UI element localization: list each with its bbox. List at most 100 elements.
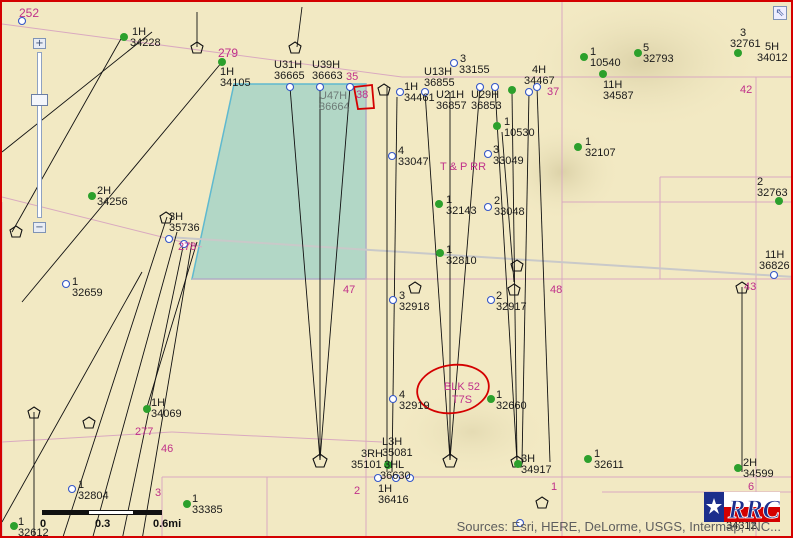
scale-bar-segment	[42, 510, 88, 515]
well-label[interactable]: U31H 36665	[274, 60, 305, 82]
well-label[interactable]: 3 33049	[493, 145, 524, 167]
well-label[interactable]: 4 32919	[399, 390, 430, 412]
well-label[interactable]: 1H 34069	[151, 398, 182, 420]
well-label[interactable]: 2 33048	[494, 196, 525, 218]
well-label[interactable]: 11H 36826	[759, 250, 790, 272]
well-api: 35101	[351, 459, 382, 471]
well-api: 33048	[494, 206, 525, 218]
well-label[interactable]: 1 32659	[72, 277, 103, 299]
well-label[interactable]: 2H 34256	[97, 186, 128, 208]
section-number: 278	[178, 241, 197, 253]
well-api: 36664	[319, 101, 350, 113]
pentagon-icon	[377, 83, 391, 96]
block-annotation-line1: BLK 52	[443, 381, 481, 393]
well-label[interactable]: 1H 34228	[130, 27, 161, 49]
zoom-in-button[interactable]: +	[33, 38, 46, 49]
well-api: 32143	[446, 205, 477, 217]
zoom-out-button[interactable]: −	[33, 222, 46, 233]
zoom-thumb[interactable]	[31, 94, 48, 106]
well-label[interactable]: 3 33155	[459, 54, 490, 76]
well-api: 32804	[78, 490, 109, 502]
well-label[interactable]: U39H 36663	[312, 60, 343, 82]
well-api: 32611	[594, 459, 624, 471]
well-api: 34228	[130, 37, 161, 49]
section-number: 1	[551, 481, 558, 493]
map-view[interactable]: 252 279 35 38 37 42 278 47 48 43 277 46 …	[0, 0, 793, 538]
well-label[interactable]: 2H 34599	[743, 458, 774, 480]
well-api: 33155	[459, 64, 490, 76]
zoom-track[interactable]	[37, 52, 42, 218]
well-label[interactable]: 5 32793	[643, 43, 674, 65]
scale-tick: 0	[40, 518, 47, 530]
well-label[interactable]: U21H 36857	[436, 90, 467, 112]
well-api: 36857	[436, 100, 467, 112]
survey-label: T & P RR	[440, 161, 487, 173]
well-label[interactable]: 1 10540	[590, 47, 621, 69]
well-label[interactable]: 2 32917	[496, 291, 527, 313]
well-label[interactable]: 3 32761	[730, 28, 761, 50]
section-number: 277	[135, 426, 154, 438]
well-api: 36630	[380, 470, 411, 482]
section-number: 42	[740, 84, 753, 96]
expand-icon[interactable]: ⇖	[773, 6, 787, 20]
section-number: 35	[346, 71, 359, 83]
well-label[interactable]: 3HL 36630	[380, 460, 411, 482]
well-label[interactable]: 2 32763	[757, 177, 788, 199]
well-label[interactable]: U13H 36855	[424, 67, 455, 89]
well-label[interactable]: 1 32660	[496, 390, 527, 412]
section-number: 279	[218, 46, 239, 60]
well-api: 35081	[382, 447, 413, 459]
well-api: 32660	[496, 400, 527, 412]
well-label[interactable]: U29H 36853	[471, 90, 502, 112]
well-label[interactable]: 1 32804	[78, 480, 109, 502]
scale-bar-segment	[88, 510, 134, 515]
well-label[interactable]: 1H 36416	[378, 484, 409, 506]
well-api: 10540	[590, 57, 621, 69]
zoom-slider[interactable]: + −	[30, 38, 50, 234]
section-number: 37	[547, 86, 560, 98]
section-number: 48	[550, 284, 563, 296]
well-api: 32917	[496, 301, 527, 313]
well-api: 32918	[399, 301, 430, 313]
well-api: 32763	[757, 187, 788, 199]
well-label[interactable]: 1 10530	[504, 117, 535, 139]
well-api: 36663	[312, 70, 343, 82]
well-label[interactable]: 11H 34587	[603, 80, 634, 102]
scale-tick: 0.6mi	[153, 518, 182, 530]
well-api: 34917	[521, 464, 552, 476]
well-api: 32107	[585, 147, 616, 159]
well-label[interactable]: 1 32611	[594, 449, 624, 471]
well-label[interactable]: 4H 34467	[524, 65, 555, 87]
well-api: 34256	[97, 196, 128, 208]
well-label[interactable]: 1 32810	[446, 245, 477, 267]
well-label[interactable]: 1 32107	[585, 137, 616, 159]
well-api: 34599	[743, 468, 774, 480]
block-annotation-line2: T7S	[451, 394, 473, 406]
well-label[interactable]: L3H 35081	[382, 437, 413, 459]
well-api: 32761	[730, 38, 761, 50]
section-number: 2	[354, 485, 361, 497]
well-api: 36826	[759, 260, 790, 272]
block-annotation: BLK 52 T7S	[438, 381, 486, 407]
well-label[interactable]: U47H 36664	[319, 91, 350, 113]
well-label[interactable]: 5H 34012	[757, 42, 788, 64]
well-api: 36853	[471, 100, 502, 112]
well-label[interactable]: 3H 34917	[521, 454, 552, 476]
well-api: 34069	[151, 408, 182, 420]
section-number: 38	[356, 89, 369, 101]
pentagon-icon	[288, 41, 302, 54]
well-api: 34461	[404, 92, 435, 104]
well-label[interactable]: 4 33047	[398, 146, 429, 168]
well-label[interactable]: 1H 34105	[220, 67, 251, 89]
well-label[interactable]: 3 32918	[399, 291, 430, 313]
scale-tick: 0.3	[95, 518, 111, 530]
well-label[interactable]: 3RH 35101	[351, 449, 383, 471]
well-api: 34105	[220, 77, 251, 89]
well-label[interactable]: 3H 35736	[169, 212, 200, 234]
section-number: 3	[155, 487, 162, 499]
scale-bar-segment	[134, 510, 162, 515]
pentagon-icon	[535, 496, 549, 509]
section-number: 47	[343, 284, 356, 296]
well-label[interactable]: 1 32143	[446, 195, 477, 217]
lease-highlight	[191, 83, 367, 280]
